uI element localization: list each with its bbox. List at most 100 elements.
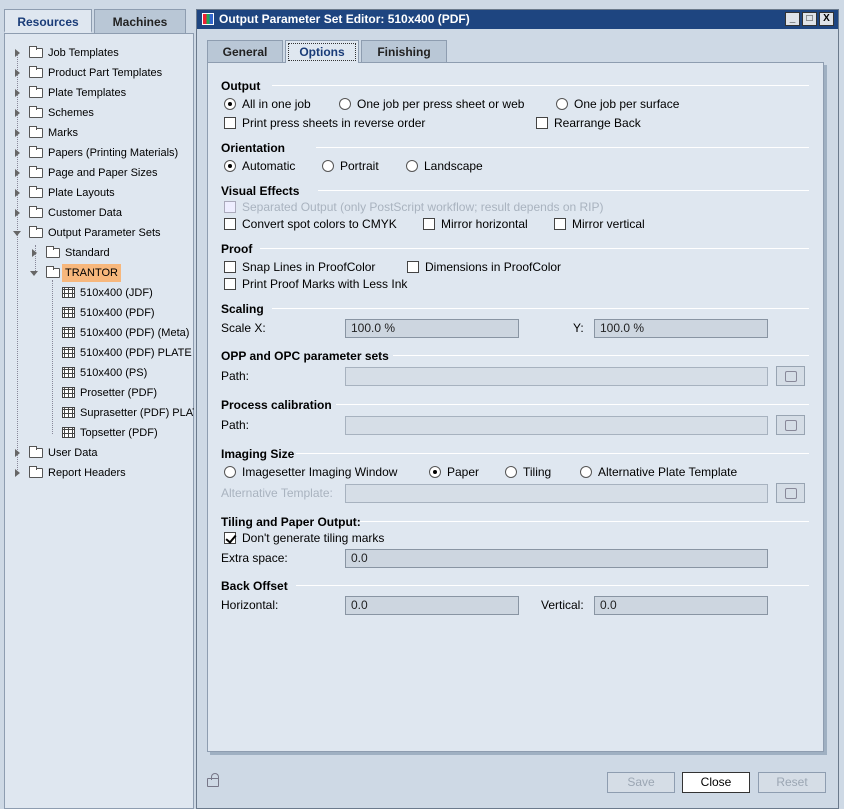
parameter-set-icon (62, 427, 75, 438)
close-button[interactable]: Close (682, 772, 750, 793)
save-button[interactable]: Save (607, 772, 675, 793)
reset-button[interactable]: Reset (758, 772, 826, 793)
all-in-one-radio[interactable] (224, 98, 236, 110)
per-surface-label: One job per surface (574, 97, 680, 111)
expand-arrow-icon[interactable] (15, 189, 20, 197)
dimensions-proofcolor-checkbox[interactable] (407, 261, 419, 273)
automatic-radio[interactable] (224, 160, 236, 172)
expand-arrow-icon[interactable] (15, 149, 20, 157)
folder-icon (29, 86, 43, 98)
calibration-browse-icon[interactable] (776, 415, 805, 435)
expand-arrow-icon[interactable] (15, 129, 20, 137)
folder-icon (29, 186, 43, 198)
opp-path-input[interactable] (345, 367, 768, 386)
expand-arrow-icon[interactable] (15, 449, 20, 457)
parameter-set-icon (62, 307, 75, 318)
per-sheet-label: One job per press sheet or web (357, 97, 525, 111)
extra-space-input[interactable]: 0.0 (345, 549, 768, 568)
collapse-arrow-icon[interactable] (30, 271, 38, 276)
landscape-radio[interactable] (406, 160, 418, 172)
lock-icon[interactable] (207, 773, 219, 787)
open-folder-icon (29, 226, 43, 238)
app-icon (202, 13, 214, 25)
section-opp-opc: OPP and OPC parameter sets (221, 349, 389, 363)
per-sheet-radio[interactable] (339, 98, 351, 110)
tab-general[interactable]: General (207, 40, 283, 62)
tree-item-label: Customer Data (48, 207, 122, 219)
minimize-button[interactable]: _ (785, 12, 800, 26)
dialog-titlebar[interactable]: Output Parameter Set Editor: 510x400 (PD… (197, 10, 838, 29)
expand-arrow-icon[interactable] (15, 169, 20, 177)
expand-arrow-icon[interactable] (15, 89, 20, 97)
tab-finishing[interactable]: Finishing (361, 40, 447, 62)
expand-arrow-icon[interactable] (15, 69, 20, 77)
folder-icon (29, 126, 43, 138)
section-orientation: Orientation (221, 141, 286, 155)
paper-radio[interactable] (429, 466, 441, 478)
mirror-vertical-checkbox[interactable] (554, 218, 566, 230)
opp-browse-icon[interactable] (776, 366, 805, 386)
collapse-arrow-icon[interactable] (13, 231, 21, 236)
parameter-set-icon (62, 367, 75, 378)
dimensions-proofcolor-label: Dimensions in ProofColor (425, 260, 562, 274)
scale-y-input[interactable]: 100.0 % (594, 319, 768, 338)
opp-path-label: Path: (221, 369, 250, 383)
scale-x-label: Scale X: (221, 321, 266, 335)
close-window-button[interactable]: X (819, 12, 834, 26)
separated-output-checkbox[interactable] (224, 201, 236, 213)
tab-machines[interactable]: Machines (94, 9, 186, 33)
tree-item-suprasetter-pdf-plate[interactable]: Suprasetter (PDF) PLAT (62, 404, 194, 422)
snap-lines-checkbox[interactable] (224, 261, 236, 273)
imaging-window-radio[interactable] (224, 466, 236, 478)
spot-to-cmyk-checkbox[interactable] (224, 218, 236, 230)
folder-icon (29, 46, 43, 58)
maximize-button[interactable]: □ (802, 12, 817, 26)
alt-plate-label: Alternative Plate Template (598, 465, 738, 479)
tree-item-label: Output Parameter Sets (48, 227, 161, 239)
scale-x-input[interactable]: 100.0 % (345, 319, 519, 338)
tree-item-label: Standard (65, 247, 110, 259)
section-divider (296, 585, 809, 586)
no-tiling-marks-checkbox[interactable] (224, 532, 236, 544)
section-divider (260, 248, 809, 249)
vertical-offset-input[interactable]: 0.0 (594, 596, 768, 615)
rearrange-back-checkbox[interactable] (536, 117, 548, 129)
tree-item-label: TRANTOR (62, 264, 121, 282)
tab-options[interactable]: Options (285, 40, 359, 63)
landscape-label: Landscape (424, 159, 483, 173)
alt-template-browse-icon[interactable] (776, 483, 805, 503)
expand-arrow-icon[interactable] (15, 49, 20, 57)
imaging-window-label: Imagesetter Imaging Window (242, 465, 398, 479)
tree-item-label: Marks (48, 127, 78, 139)
horizontal-offset-input[interactable]: 0.0 (345, 596, 519, 615)
folder-icon (46, 246, 60, 258)
tree-item-label: 510x400 (JDF) (80, 287, 153, 299)
expand-arrow-icon[interactable] (15, 109, 20, 117)
tree-item-label: Plate Templates (48, 87, 127, 99)
tab-resources[interactable]: Resources (4, 9, 92, 33)
folder-icon (29, 446, 43, 458)
alt-template-input[interactable] (345, 484, 768, 503)
tree-item-label: User Data (48, 447, 98, 459)
calibration-path-input[interactable] (345, 416, 768, 435)
portrait-label: Portrait (340, 159, 379, 173)
parameter-set-icon (62, 287, 75, 298)
section-divider (318, 190, 809, 191)
expand-arrow-icon[interactable] (32, 249, 37, 257)
alt-plate-radio[interactable] (580, 466, 592, 478)
tiling-label: Tiling (523, 465, 552, 479)
section-divider (272, 85, 809, 86)
reverse-order-label: Print press sheets in reverse order (242, 116, 426, 130)
mirror-horizontal-checkbox[interactable] (423, 218, 435, 230)
less-ink-checkbox[interactable] (224, 278, 236, 290)
reverse-order-checkbox[interactable] (224, 117, 236, 129)
expand-arrow-icon[interactable] (15, 209, 20, 217)
portrait-radio[interactable] (322, 160, 334, 172)
tiling-radio[interactable] (505, 466, 517, 478)
scale-y-label: Y: (573, 321, 584, 335)
spot-to-cmyk-label: Convert spot colors to CMYK (242, 217, 397, 231)
vertical-label: Vertical: (541, 598, 584, 612)
tree-item-label: 510x400 (PDF) (Meta) (80, 327, 190, 339)
expand-arrow-icon[interactable] (15, 469, 20, 477)
per-surface-radio[interactable] (556, 98, 568, 110)
